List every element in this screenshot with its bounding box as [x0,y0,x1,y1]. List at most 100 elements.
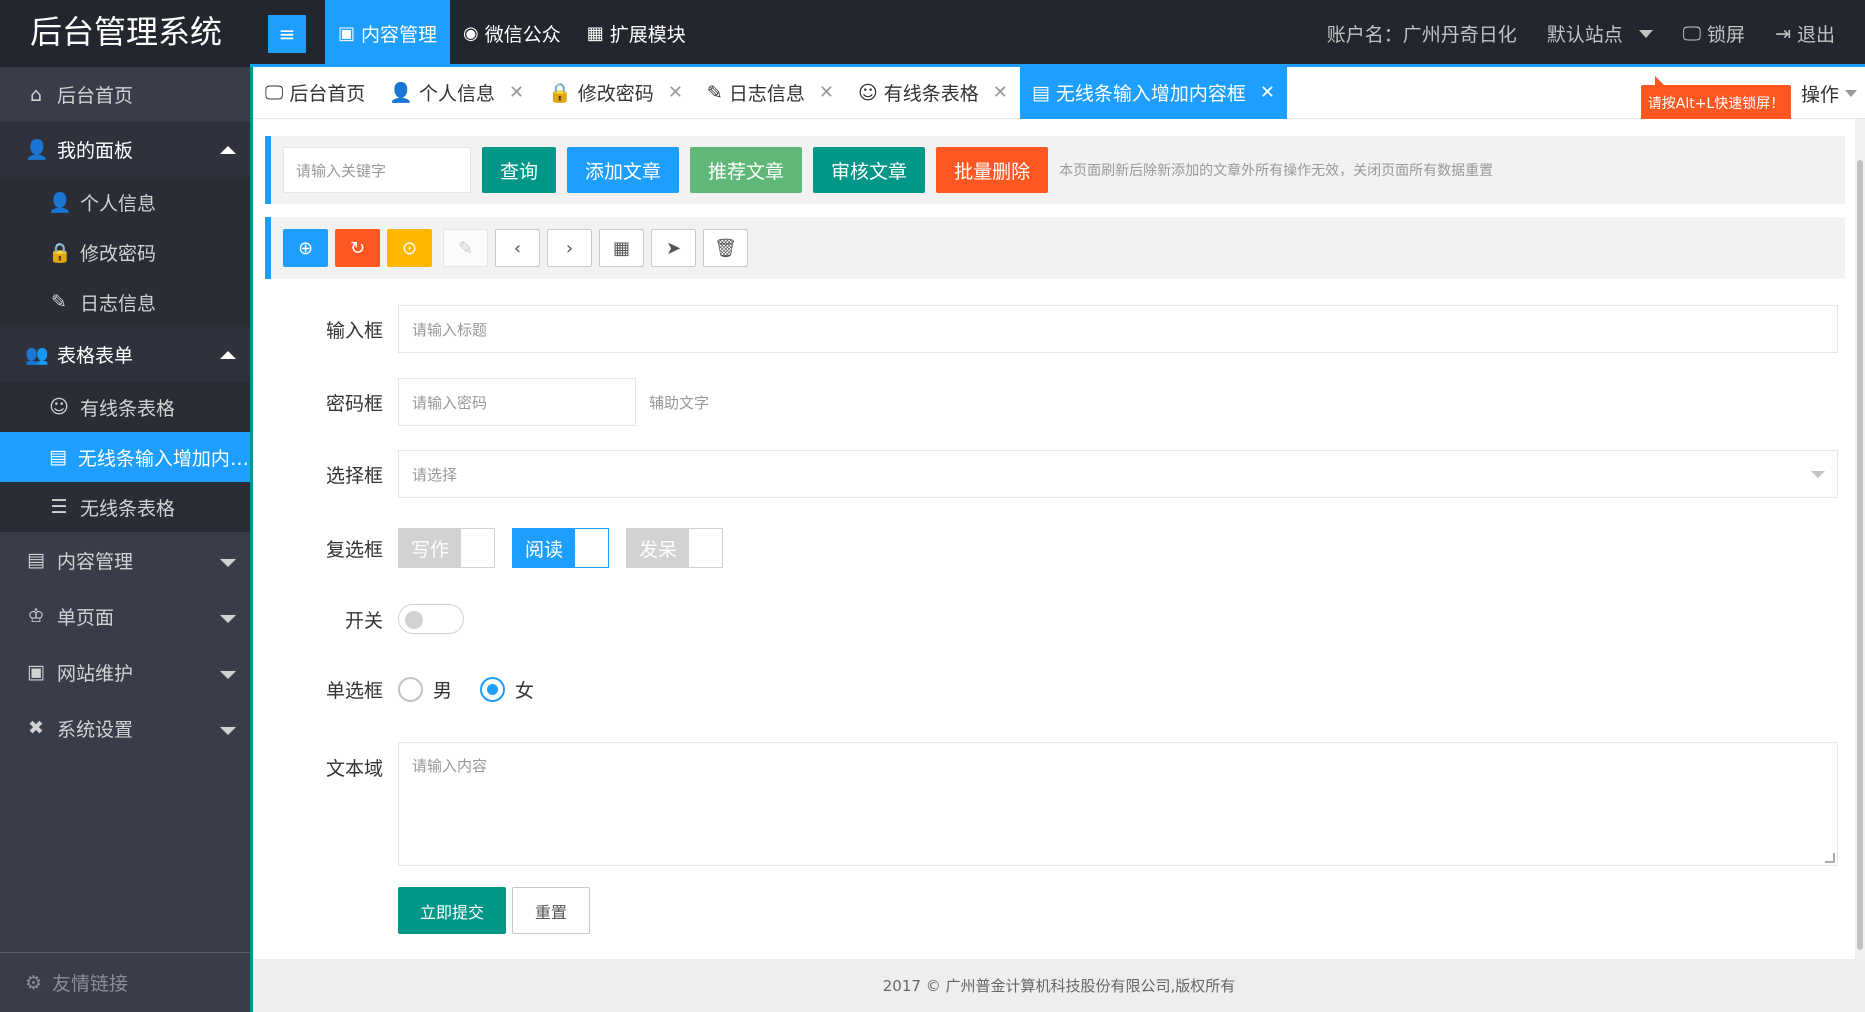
sidebar-group-site-maint[interactable]: ▣ 网站维护 [0,644,250,700]
sidebar-group-sys-settings[interactable]: ✖ 系统设置 [0,700,250,756]
select-dropdown[interactable]: 请选择 [398,450,1838,498]
search-note: 本页面刷新后除新添加的文章外所有操作无效，关闭页面所有数据重置 [1059,163,1494,179]
add-article-button[interactable]: 添加文章 [567,147,680,193]
radio-circle [398,677,423,702]
top-nav-label: 内容管理 [361,24,438,46]
submit-button[interactable]: 立即提交 [398,887,507,934]
chevron-right-icon[interactable]: › [547,229,592,267]
sidebar-item-label: 单页面 [57,606,115,629]
add-circle-icon[interactable]: ⊕ [283,229,328,267]
tab-ops-label: 操作 [1800,83,1839,106]
news-icon: ▣ [338,23,356,44]
close-icon[interactable]: ✕ [1260,82,1275,103]
sidebar-item-change-password[interactable]: 🔒 修改密码 [0,227,250,277]
refresh-icon[interactable]: ↻ [335,229,380,267]
checkbox-writing[interactable]: 写作 [398,528,495,568]
sidebar-item-borderless-input[interactable]: ▤ 无线条输入增加内容框 [0,432,250,482]
sidebar-group-table-form[interactable]: 👥 表格表单 [0,327,250,382]
title-placeholder: 请输入标题 [412,320,488,339]
form-row-switch: 开关 [253,604,1855,634]
radio-text: 男 [433,680,453,702]
chevron-left-icon[interactable]: ‹ [495,229,540,267]
password-placeholder: 请输入密码 [412,393,488,412]
users-icon: 👥 [25,344,49,366]
resize-handle[interactable] [1825,853,1835,863]
password-input[interactable]: 请输入密码 [398,378,636,426]
top-header: 后台管理系统 ≡ ▣ 内容管理 ◉ 微信公众 ▦ 扩展模块 账户名：广州丹奇日化… [0,0,1865,67]
toolbar: ⊕ ↻ ⊙ ✎ ‹ › ▦ ➤ 🗑 [265,217,1845,279]
wechat-icon: ◉ [463,23,479,44]
sidebar-item-bordered-table[interactable]: ☺ 有线条表格 [0,382,250,432]
search-input[interactable]: 请输入关键字 [283,147,471,193]
crown-icon: ♔ [27,605,45,627]
send-icon[interactable]: ➤ [651,229,696,267]
tab-log-info[interactable]: ✎ 日志信息 ✕ [695,67,846,119]
table-icon[interactable]: ▦ [599,229,644,267]
sidebar-item-label: 修改密码 [80,242,157,265]
aux-text: 辅助文字 [649,393,710,412]
menu-toggle-icon[interactable]: ≡ [268,15,306,53]
sidebar-item-label: 后台首页 [57,85,134,107]
user-icon: 👤 [25,139,49,161]
sidebar-item-label: 日志信息 [80,292,157,315]
radio-female[interactable]: 女 [480,676,534,703]
caret-down-icon [220,671,236,679]
user-lock-icon: 🔒 [548,82,572,104]
sidebar-item-friend-links[interactable]: ⚙ 友情链接 [0,952,250,1012]
trash-icon[interactable]: 🗑 [703,229,748,267]
footer: 2017 © 广州普金计算机科技股份有限公司,版权所有 [253,959,1865,1012]
users-outline-icon: ☺ [857,81,878,104]
scrollbar-thumb[interactable] [1857,160,1863,950]
edit-icon: ✎ [706,81,723,104]
sidebar-item-home[interactable]: ⌂ 后台首页 [0,67,250,122]
sidebar-submenu-my-panel: 👤 个人信息 🔒 修改密码 ✎ 日志信息 [0,177,250,327]
close-icon[interactable]: ✕ [509,82,524,103]
users-outline-icon: ☺ [49,396,69,418]
site-label: 默认站点 [1546,24,1623,46]
file-icon: ▤ [27,549,45,571]
toggle-switch[interactable] [398,604,464,634]
form-row-checkbox: 复选框 写作 阅读 发呆 [253,528,1855,568]
lock-button[interactable]: 🖵 锁屏 [1683,20,1745,47]
tab-profile[interactable]: 👤 个人信息 ✕ [377,67,536,119]
edit-icon[interactable]: ✎ [443,229,488,267]
tab-change-password[interactable]: 🔒 修改密码 ✕ [536,67,695,119]
logout-button[interactable]: ⇥ 退出 [1775,20,1835,47]
app-logo: 后台管理系统 [30,13,223,51]
content-textarea[interactable]: 请输入内容 [398,742,1838,866]
tab-home[interactable]: 🖵 后台首页 [253,67,377,119]
top-nav-wechat[interactable]: ◉ 微信公众 [450,0,574,67]
site-selector[interactable]: 默认站点 [1547,20,1653,47]
switch-label: 开关 [344,609,383,632]
top-nav-extensions[interactable]: ▦ 扩展模块 [574,0,699,67]
tab-borderless-input[interactable]: ▤ 无线条输入增加内容框 ✕ [1019,66,1287,119]
title-input[interactable]: 请输入标题 [398,305,1838,353]
query-button[interactable]: 查询 [482,147,557,193]
checkbox-daydream[interactable]: 发呆 [626,528,723,568]
tab-label: 有线条表格 [883,83,979,105]
sidebar-item-label: 个人信息 [80,192,157,215]
sidebar-group-content-mgmt[interactable]: ▤ 内容管理 [0,532,250,588]
top-nav-label: 微信公众 [484,24,561,46]
tab-ops-dropdown[interactable]: 操作 [1801,67,1865,119]
close-icon[interactable]: ✕ [668,82,683,103]
sidebar-item-profile[interactable]: 👤 个人信息 [0,177,250,227]
sidebar-group-my-panel[interactable]: 👤 我的面板 [0,122,250,177]
sidebar-group-single-page[interactable]: ♔ 单页面 [0,588,250,644]
recommend-article-button[interactable]: 推荐文章 [690,147,803,193]
close-icon[interactable]: ✕ [819,82,834,103]
reset-button[interactable]: 重置 [512,887,591,934]
close-icon[interactable]: ✕ [993,82,1008,103]
top-nav-content-mgmt[interactable]: ▣ 内容管理 [325,0,451,67]
form-row-textarea: 文本域 请输入内容 [253,742,1855,866]
batch-delete-button[interactable]: 批量删除 [936,147,1049,193]
checkbox-reading[interactable]: 阅读 [512,528,609,568]
edit-icon: ✎ [51,291,67,313]
sidebar-item-log-info[interactable]: ✎ 日志信息 [0,277,250,327]
download-icon[interactable]: ⊙ [387,229,432,267]
tab-bordered-table[interactable]: ☺ 有线条表格 ✕ [846,67,1020,119]
radio-male[interactable]: 男 [398,676,452,703]
review-article-button[interactable]: 审核文章 [813,147,926,193]
sidebar-item-borderless-table[interactable]: ☰ 无线条表格 [0,482,250,532]
sidebar-item-label: 内容管理 [57,550,134,573]
